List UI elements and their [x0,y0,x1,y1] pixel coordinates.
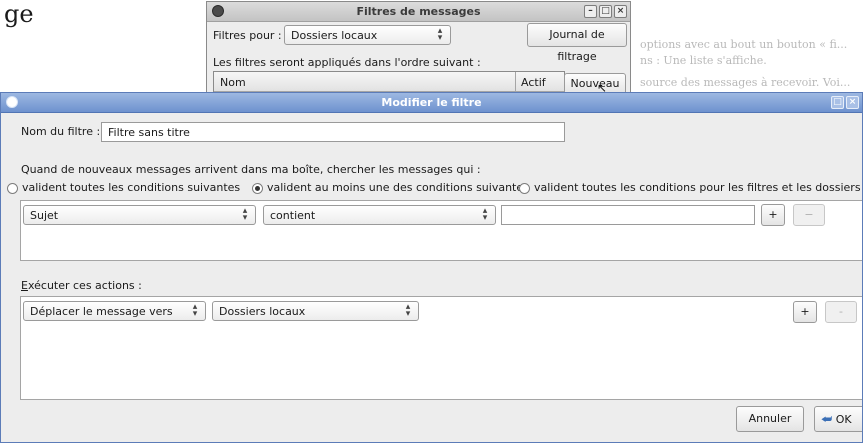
match-description-text: Quand de nouveaux messages arrivent dans… [21,163,481,176]
filters-for-dropdown[interactable]: Dossiers locaux ▴ ▾ [284,25,451,45]
actions-label: Exécuter ces actions : [21,279,142,292]
maximize-icon[interactable]: □ [599,5,612,18]
match-all-radio[interactable] [7,183,18,194]
condition-field-dropdown[interactable]: Sujet ▴ ▾ [23,205,256,225]
minimize-icon[interactable]: – [584,5,597,18]
updown-icon: ▴ ▾ [437,26,443,43]
filters-list-header: Nom Actif [214,72,564,92]
message-filters-titlebar[interactable]: Filtres de messages – □ × [207,2,630,22]
background-heading: ge [4,0,34,28]
updown-icon: ▴ ▾ [482,206,488,223]
maximize-icon[interactable]: □ [831,96,844,109]
filter-name-value: Filtre sans titre [108,126,190,139]
column-header-name[interactable]: Nom [220,76,246,89]
action-target-dropdown[interactable]: Dossiers locaux ▴ ▾ [212,301,419,321]
add-action-button[interactable]: + [793,301,817,323]
filters-for-value: Dossiers locaux [291,29,378,42]
match-any-radio[interactable] [252,183,263,194]
condition-value-input[interactable] [501,205,755,225]
edit-filter-dialog: Modifier le filtre □ × Nom du filtre : F… [0,92,863,443]
ok-button[interactable]: ⮨ OK [814,406,862,432]
cancel-button[interactable]: Annuler [736,406,804,432]
background-text-line: source des messages à recevoir. Voi... [640,76,851,89]
column-header-active[interactable]: Actif [521,76,546,89]
filter-name-input[interactable]: Filtre sans titre [101,122,565,142]
action-type-dropdown[interactable]: Déplacer le message vers ▴ ▾ [23,301,206,321]
actions-list[interactable]: Déplacer le message vers ▴ ▾ Dossiers loc… [20,296,862,400]
match-all-virtual-radio[interactable] [519,183,530,194]
filter-name-label: Nom du filtre : [21,125,101,138]
filters-for-label: Filtres pour : [213,29,282,42]
filter-log-button[interactable]: Journal de filtrage [527,23,627,63]
column-separator [515,72,516,91]
condition-operator-dropdown[interactable]: contient ▴ ▾ [263,205,496,225]
conditions-list[interactable]: Sujet ▴ ▾ contient ▴ ▾ + − [20,200,862,261]
action-type-value: Déplacer le message vers [30,305,173,318]
condition-field-value: Sujet [30,209,59,222]
close-icon[interactable]: × [846,96,859,109]
remove-condition-button[interactable]: − [793,204,825,226]
remove-action-button[interactable]: - [825,301,857,323]
match-all-label[interactable]: valident toutes les conditions suivantes [22,181,240,194]
window-title: Filtres de messages [356,5,481,18]
match-any-label[interactable]: valident au moins une des conditions sui… [267,181,529,194]
ok-button-label: OK [835,413,852,426]
background-text-line: options avec au bout un bouton « fi... [640,38,848,51]
action-target-value: Dossiers locaux [219,305,306,318]
edit-filter-titlebar[interactable]: Modifier le filtre □ × [1,93,862,113]
updown-icon: ▴ ▾ [405,302,411,319]
filter-order-text: Les filtres seront appliqués dans l'ordr… [213,56,481,69]
ok-check-icon: ⮨ [821,412,833,426]
dialog-title: Modifier le filtre [381,96,482,109]
condition-operator-value: contient [270,209,316,222]
updown-icon: ▴ ▾ [192,302,198,319]
close-icon[interactable]: × [614,5,627,18]
match-all-virtual-label[interactable]: valident toutes les conditions pour les … [534,181,862,194]
add-condition-button[interactable]: + [761,204,785,226]
background-text-line: ns : Une liste s'affiche. [640,54,767,67]
updown-icon: ▴ ▾ [242,206,248,223]
